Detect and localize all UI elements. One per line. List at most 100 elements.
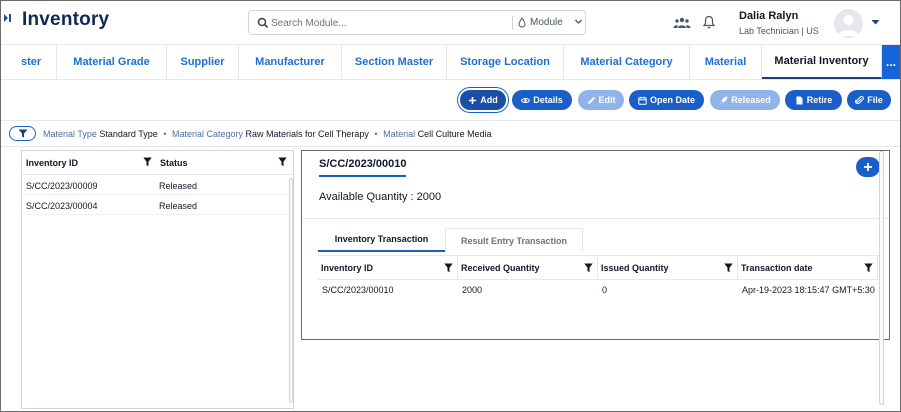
row-status: Released: [159, 181, 198, 191]
module-select[interactable]: Module: [515, 15, 585, 31]
available-quantity: Available Quantity : 2000: [319, 191, 442, 203]
search-divider: [512, 16, 513, 30]
tab-material-grade[interactable]: Material Grade: [57, 45, 167, 79]
filter-icon[interactable]: [864, 263, 873, 273]
filter-material-label: Material: [383, 129, 416, 139]
filter-type-label: Material Type: [43, 129, 97, 139]
released-button-label: Released: [731, 95, 771, 105]
list-row[interactable]: S/CC/2023/00004 Released: [22, 196, 293, 215]
list-row[interactable]: S/CC/2023/00009 Released: [22, 176, 293, 195]
cell-transaction-date: Apr-19-2023 18:15:47 GMT+5:30: [742, 285, 875, 295]
details-button-label: Details: [533, 95, 563, 105]
inventory-detail-panel: S/CC/2023/00010 Available Quantity : 200…: [301, 150, 890, 340]
retire-button[interactable]: Retire: [785, 90, 842, 110]
app-window: Inventory Module Dalia Ralyn: [0, 0, 901, 412]
paperclip-icon: [855, 95, 865, 104]
grid-header: Inventory ID Received Quantity Issued Qu…: [318, 256, 884, 280]
page-scrollbar[interactable]: [879, 151, 884, 405]
tab-inventory-transaction[interactable]: Inventory Transaction: [318, 228, 445, 252]
document-icon: [796, 96, 803, 104]
filter-category-value: Raw Materials for Cell Therapy: [245, 129, 369, 139]
tab-material-inventory[interactable]: Material Inventory: [762, 45, 882, 79]
row-status: Released: [159, 201, 198, 211]
filter-material-value: Cell Culture Media: [417, 129, 492, 139]
top-bar: Inventory Module Dalia Ralyn: [1, 1, 900, 44]
row-inventory-id: S/CC/2023/00004: [26, 201, 98, 211]
column-label: Received Quantity: [461, 263, 540, 273]
plus-icon: [469, 96, 477, 104]
avatar[interactable]: [834, 9, 863, 38]
filter-bar: Material Type Standard Type • Material C…: [1, 122, 900, 147]
column-status: Status: [160, 158, 188, 168]
filter-icon[interactable]: [444, 263, 453, 273]
tab-section-master[interactable]: Section Master: [342, 45, 447, 79]
column-inventory-id: Inventory ID: [318, 256, 458, 280]
open-date-button[interactable]: Open Date: [629, 90, 704, 110]
applied-filters: Material Type Standard Type • Material C…: [43, 129, 492, 139]
column-label: Inventory ID: [321, 263, 374, 273]
edit-button-label: Edit: [598, 95, 616, 105]
search-bar: Module: [248, 10, 586, 35]
tab-manufacturer[interactable]: Manufacturer: [239, 45, 342, 79]
filter-icon[interactable]: [724, 263, 733, 273]
filter-toggle-button[interactable]: [9, 126, 36, 141]
tab-storage-location[interactable]: Storage Location: [447, 45, 564, 79]
column-label: Issued Quantity: [601, 263, 669, 273]
action-toolbar: Add Details Edit Open Date Released Reti…: [1, 81, 900, 121]
column-transaction-date: Transaction date: [738, 256, 878, 280]
retire-button-label: Retire: [806, 95, 833, 105]
sidebar-toggle-icon[interactable]: [4, 13, 12, 23]
app-title: Inventory: [22, 9, 110, 30]
chevron-down-icon: [574, 17, 583, 26]
user-menu-chevron-icon[interactable]: [871, 18, 880, 25]
table-row[interactable]: S/CC/2023/00010 2000 0 Apr-19-2023 18:15…: [318, 280, 884, 300]
column-received-quantity: Received Quantity: [458, 256, 598, 280]
transaction-grid: Inventory ID Received Quantity Issued Qu…: [318, 255, 884, 340]
file-button[interactable]: File: [847, 90, 891, 110]
calendar-icon: [638, 96, 647, 105]
edit-button[interactable]: Edit: [578, 90, 624, 110]
list-header: Inventory ID Status: [22, 151, 293, 175]
tab-result-entry-transaction[interactable]: Result Entry Transaction: [445, 228, 583, 252]
list-scrollbar[interactable]: [289, 178, 293, 403]
tabs-more-button[interactable]: ...: [882, 45, 900, 79]
file-button-label: File: [867, 95, 883, 105]
divider: [302, 218, 888, 219]
inventory-list-panel: Inventory ID Status S/CC/2023/00009 Rele…: [21, 150, 294, 409]
bell-icon[interactable]: [702, 15, 716, 29]
column-issued-quantity: Issued Quantity: [598, 256, 738, 280]
filter-separator: •: [163, 129, 167, 139]
released-button[interactable]: Released: [710, 90, 780, 110]
module-select-label: Module: [530, 17, 563, 28]
detail-title: S/CC/2023/00010: [319, 158, 407, 177]
team-icon[interactable]: [673, 16, 691, 30]
rocket-icon: [719, 96, 728, 104]
eye-icon: [521, 97, 531, 103]
filter-separator: •: [374, 129, 378, 139]
filter-icon[interactable]: [278, 157, 287, 167]
module-tabs: ster Material Grade Supplier Manufacture…: [1, 44, 900, 80]
tab-material[interactable]: Material: [690, 45, 762, 79]
search-input[interactable]: [271, 15, 511, 31]
tab-supplier[interactable]: Supplier: [167, 45, 239, 79]
open-date-button-label: Open Date: [649, 95, 695, 105]
details-button[interactable]: Details: [512, 90, 572, 110]
add-button[interactable]: Add: [460, 90, 506, 110]
filter-icon: [18, 129, 27, 138]
search-icon: [257, 17, 269, 29]
cell-issued-quantity: 0: [602, 285, 608, 295]
plus-icon: [864, 163, 872, 171]
user-role: Lab Technician | US: [739, 26, 819, 36]
row-inventory-id: S/CC/2023/00009: [26, 181, 98, 191]
filter-category-label: Material Category: [171, 129, 243, 139]
module-icon: [517, 17, 527, 28]
filter-icon[interactable]: [584, 263, 593, 273]
cell-received-quantity: 2000: [462, 285, 483, 295]
tab-material-category[interactable]: Material Category: [564, 45, 690, 79]
filter-icon[interactable]: [143, 157, 152, 167]
pencil-icon: [587, 96, 595, 104]
user-name: Dalia Ralyn: [739, 10, 799, 22]
tab-master[interactable]: ster: [1, 45, 57, 79]
add-button-label: Add: [480, 95, 498, 105]
add-transaction-button[interactable]: [856, 157, 880, 177]
